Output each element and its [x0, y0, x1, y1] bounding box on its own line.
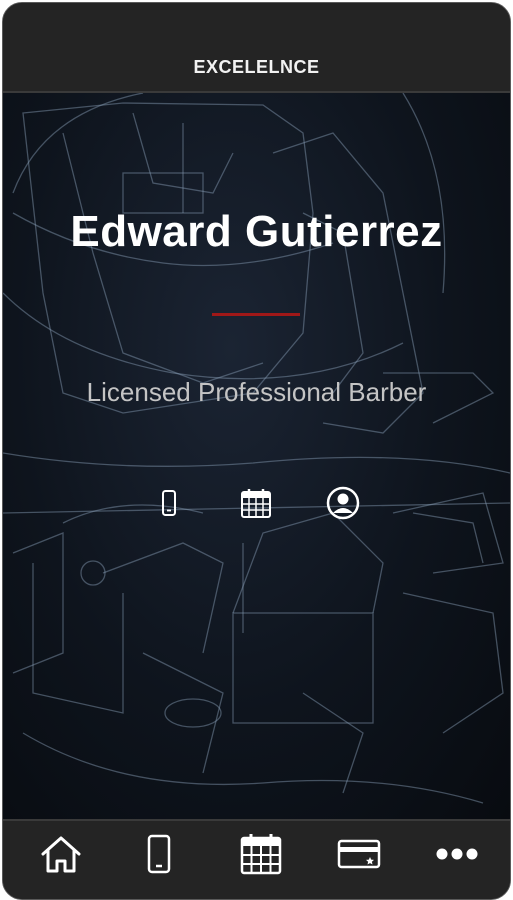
nav-phone[interactable]	[133, 833, 185, 879]
nav-more[interactable]	[431, 833, 483, 879]
accent-divider	[212, 313, 300, 316]
nav-home[interactable]	[35, 833, 87, 879]
hero-section: Edward Gutierrez Licensed Professional B…	[3, 93, 510, 821]
nav-calendar[interactable]	[235, 833, 287, 879]
home-icon	[39, 834, 83, 879]
nav-card[interactable]	[333, 833, 385, 879]
user-circle-icon	[326, 486, 360, 525]
call-button[interactable]	[151, 487, 187, 523]
profile-name: Edward Gutierrez	[70, 207, 443, 256]
profile-actions	[3, 486, 510, 525]
top-bar: EXCELELNCE	[3, 3, 510, 93]
book-appointment-button[interactable]	[238, 487, 274, 523]
phone-frame: EXCELELNCE Edward Gutierrez Licensed Pro…	[2, 2, 511, 900]
profile-button[interactable]	[325, 486, 361, 525]
mobile-phone-icon	[160, 489, 178, 521]
calendar-icon	[240, 487, 272, 524]
credit-card-icon	[337, 839, 381, 874]
brand-title: EXCELELNCE	[193, 57, 320, 77]
bottom-navigation	[3, 819, 510, 899]
profile-title: Licensed Professional Barber	[86, 377, 427, 407]
more-icon	[435, 847, 479, 866]
calendar-icon	[239, 832, 283, 881]
blueprint-sketch-background	[3, 93, 510, 804]
mobile-phone-icon	[146, 834, 172, 879]
